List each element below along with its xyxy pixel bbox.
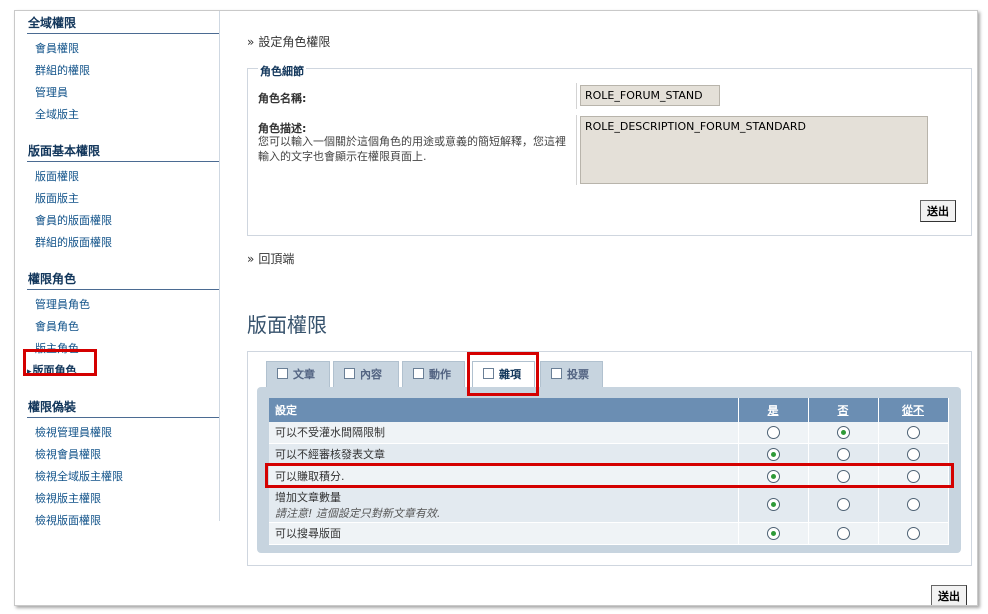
tab-label: 動作: [429, 368, 451, 381]
sidebar-item-view-admin-permissions[interactable]: 檢視管理員權限: [27, 422, 219, 444]
sidebar-item-forum-moderators[interactable]: 版面版主: [27, 188, 219, 210]
menu-heading: 權限角色: [27, 267, 219, 290]
sidebar-item-user-roles[interactable]: 會員角色: [27, 316, 219, 338]
permission-label: 可以賺取積分.: [269, 465, 739, 488]
radio-yes[interactable]: [766, 469, 780, 483]
role-description-textarea[interactable]: ROLE_DESCRIPTION_FORUM_STANDARD: [580, 116, 928, 184]
table-row: 可以不經審核發表文章: [269, 443, 949, 466]
menu-heading: 權限偽裝: [27, 395, 219, 418]
sidebar-item-moderator-roles[interactable]: 版主角色: [27, 338, 219, 360]
tab-content[interactable]: 內容: [333, 361, 399, 387]
sidebar-item-forum-permissions[interactable]: 版面權限: [27, 166, 219, 188]
menu-group-global: 全域權限 會員權限 群組的權限 管理員 全域版主: [27, 11, 219, 126]
section-title: 版面權限: [247, 313, 327, 337]
radio-never[interactable]: [906, 526, 920, 540]
back-to-top-link[interactable]: » 回頂端: [247, 250, 294, 267]
raquo-icon: »: [247, 252, 255, 266]
column-header-never[interactable]: 從不: [878, 398, 949, 422]
table-row: 可以賺取積分.: [269, 465, 949, 488]
sidebar: 全域權限 會員權限 群組的權限 管理員 全域版主 版面基本權限 版面權限 版面版…: [27, 11, 219, 545]
back-to-top-label: 回頂端: [258, 252, 295, 266]
tab-checkbox-icon: [413, 368, 424, 379]
sidebar-item-view-global-mod-permissions[interactable]: 檢視全域版主權限: [27, 466, 219, 488]
radio-no[interactable]: [836, 447, 850, 461]
permission-label: 可以不受灌水間隔限制: [269, 422, 739, 444]
permission-note: 請注意! 這個設定只對新文章有效.: [275, 506, 441, 520]
tab-checkbox-icon: [277, 368, 288, 379]
sidebar-item-admin-roles[interactable]: 管理員角色: [27, 294, 219, 316]
sidebar-item-group-permissions[interactable]: 群組的權限: [27, 60, 219, 82]
column-header-yes[interactable]: 是: [738, 398, 809, 422]
sidebar-item-view-mod-permissions[interactable]: 檢視版主權限: [27, 488, 219, 510]
role-description-hint: 您可以輸入一個關於這個角色的用途或意義的簡短解釋，您這裡輸入的文字也會顯示在權限…: [258, 135, 566, 163]
radio-no[interactable]: [836, 526, 850, 540]
radio-yes[interactable]: [766, 526, 780, 540]
tab-checkbox-icon: [551, 368, 562, 379]
sidebar-item-view-forum-permissions[interactable]: 檢視版面權限: [27, 510, 219, 532]
raquo-icon: »: [247, 35, 255, 49]
radio-yes[interactable]: [766, 426, 780, 439]
permissions-table: 設定 是 否 從不 可以不受灌水間隔限制 可以不經審核發表文章 可以賺取積分. …: [269, 398, 949, 545]
radio-never[interactable]: [906, 447, 920, 461]
table-row: 可以不受灌水間隔限制: [269, 422, 949, 444]
submit-button[interactable]: 送出: [920, 200, 956, 222]
radio-no[interactable]: [836, 498, 850, 512]
tab-actions[interactable]: 動作: [402, 361, 465, 387]
menu-group-masks: 權限偽裝 檢視管理員權限 檢視會員權限 檢視全域版主權限 檢視版主權限 檢視版面…: [27, 395, 219, 532]
sidebar-item-user-forum-permissions[interactable]: 會員的版面權限: [27, 210, 219, 232]
permission-label-cell: 增加文章數量請注意! 這個設定只對新文章有效.: [269, 487, 739, 523]
menu-heading: 版面基本權限: [27, 139, 219, 162]
menu-group-roles: 權限角色 管理員角色 會員角色 版主角色 ▸版面角色: [27, 267, 219, 382]
menu-group-forum-based: 版面基本權限 版面權限 版面版主 會員的版面權限 群組的版面權限: [27, 139, 219, 254]
radio-yes[interactable]: [766, 447, 780, 461]
active-arrow-icon: ▸: [27, 367, 32, 377]
role-name-input[interactable]: ROLE_FORUM_STAND: [580, 85, 720, 106]
radio-never[interactable]: [906, 426, 920, 439]
tab-polls[interactable]: 投票: [540, 361, 603, 387]
sidebar-item-view-user-permissions[interactable]: 檢視會員權限: [27, 444, 219, 466]
menu-heading: 全域權限: [27, 11, 219, 34]
tab-label: 雜項: [499, 368, 521, 381]
tab-label: 投票: [567, 368, 589, 381]
tab-label: 文章: [293, 368, 315, 381]
bottom-submit-button[interactable]: 送出: [931, 585, 967, 605]
sidebar-item-forum-roles[interactable]: ▸版面角色: [27, 360, 219, 382]
sidebar-item-administrators[interactable]: 管理員: [27, 82, 219, 104]
tab-label: 內容: [360, 368, 382, 381]
tab-checkbox-icon: [483, 368, 494, 379]
sidebar-item-user-permissions[interactable]: 會員權限: [27, 38, 219, 60]
radio-never[interactable]: [906, 498, 920, 512]
table-row: 增加文章數量請注意! 這個設定只對新文章有效.: [269, 487, 949, 523]
tab-posts[interactable]: 文章: [266, 361, 330, 387]
column-header-setting: 設定: [269, 398, 739, 422]
column-header-no[interactable]: 否: [808, 398, 879, 422]
role-details-panel: 角色細節 角色名稱: ROLE_FORUM_STAND 角色描述: 您可以輸入一…: [247, 63, 972, 236]
permission-label: 可以不經審核發表文章: [269, 443, 739, 466]
breadcrumb: » 設定角色權限: [247, 33, 330, 50]
permission-label: 可以搜尋版面: [269, 522, 739, 545]
role-name-label: 角色名稱:: [258, 92, 307, 105]
radio-no[interactable]: [836, 469, 850, 483]
admin-window: 全域權限 會員權限 群組的權限 管理員 全域版主 版面基本權限 版面權限 版面版…: [14, 10, 978, 606]
sidebar-item-global-moderators[interactable]: 全域版主: [27, 104, 219, 126]
radio-no[interactable]: [836, 426, 850, 439]
tab-checkbox-icon: [344, 368, 355, 379]
tab-misc[interactable]: 雜項: [472, 361, 535, 387]
radio-never[interactable]: [906, 469, 920, 483]
role-details-legend: 角色細節: [258, 63, 306, 79]
sidebar-item-group-forum-permissions[interactable]: 群組的版面權限: [27, 232, 219, 254]
table-row: 可以搜尋版面: [269, 522, 949, 545]
sidebar-divider: [219, 11, 220, 521]
sidebar-item-label: 版面角色: [32, 364, 77, 377]
permission-label: 增加文章數量: [275, 490, 341, 504]
radio-yes[interactable]: [766, 498, 780, 512]
field-divider: [576, 83, 577, 109]
breadcrumb-label: 設定角色權限: [258, 35, 331, 49]
field-divider: [576, 115, 577, 185]
